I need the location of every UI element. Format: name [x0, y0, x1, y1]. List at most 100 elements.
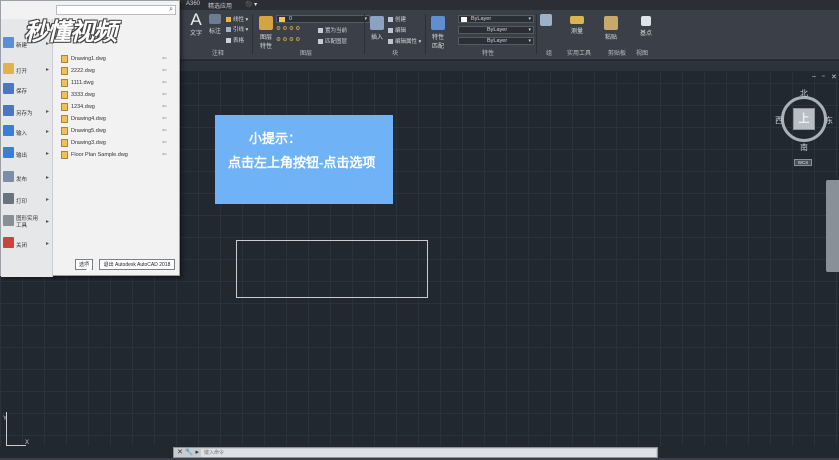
edit-block-icon	[388, 28, 393, 34]
open-folder-icon	[3, 63, 14, 74]
tab-featured-apps[interactable]: 精选应用	[208, 1, 232, 10]
group-label-annotation: 注释	[212, 51, 225, 57]
match-properties-icon	[431, 16, 445, 30]
pin-icon[interactable]: ⇐	[162, 55, 167, 62]
create-block-icon	[388, 17, 393, 23]
command-line-tools-icon[interactable]: ✕ 🔧 ▸	[177, 448, 199, 456]
pin-icon[interactable]: ⇐	[162, 151, 167, 158]
group-separator	[536, 14, 537, 54]
recent-file[interactable]: 2222.dwg ⇐	[59, 65, 179, 77]
minimize-icon[interactable]: –	[812, 73, 816, 80]
pin-icon[interactable]: ⇐	[162, 127, 167, 134]
compass-north[interactable]: 北	[800, 88, 808, 99]
print-icon	[3, 193, 14, 204]
layer-combo[interactable]: 0 ▾	[276, 15, 370, 23]
dwg-file-icon	[61, 91, 68, 99]
command-line: ✕ 🔧 ▸ 键入命令	[173, 447, 658, 458]
pin-icon[interactable]: ⇐	[162, 91, 167, 98]
drawing-tab-strip	[180, 61, 839, 71]
compass-south[interactable]: 南	[800, 142, 808, 153]
base-point-label: 基点	[640, 31, 653, 37]
recent-file[interactable]: Floor Plan Sample.dwg ⇐	[59, 149, 179, 161]
recent-file[interactable]: Drawing1.dwg ⇐	[59, 53, 179, 65]
edit-block-button[interactable]: 编辑	[388, 26, 406, 34]
group-label-block: 块	[392, 51, 399, 57]
edit-attribute-button[interactable]: 编辑属性 ▾	[388, 37, 421, 45]
pin-icon[interactable]: ⇐	[162, 103, 167, 110]
create-block-button[interactable]: 创建	[388, 15, 406, 23]
menu-item-open[interactable]: 打开 ▸	[1, 59, 53, 81]
insert-button[interactable]: 插入	[370, 16, 384, 41]
menu-item-close[interactable]: 关闭 ▸	[1, 233, 53, 255]
linear-icon	[226, 17, 231, 23]
match-properties-label: 特性匹配	[431, 35, 444, 50]
match-layer-icon	[318, 39, 323, 45]
menu-item-save-as[interactable]: 另存为 ▸	[1, 101, 53, 123]
chevron-down-icon: ▾	[528, 16, 531, 22]
recent-file[interactable]: 3333.dwg ⇐	[59, 89, 179, 101]
ribbon-toggle-icon[interactable]: ⚫ ▾	[245, 1, 257, 8]
match-properties-button[interactable]: 特性匹配	[430, 16, 446, 50]
lineweight-combo[interactable]: ByLayer ▾	[458, 37, 534, 45]
insert-icon	[370, 16, 384, 30]
make-current-icon	[318, 28, 323, 34]
compass-east[interactable]: 东	[825, 115, 833, 126]
wcs-menu[interactable]: WCS	[794, 159, 812, 166]
pin-icon[interactable]: ⇐	[162, 67, 167, 74]
match-layer-button[interactable]: 匹配图层	[318, 37, 347, 45]
color-combo[interactable]: ByLayer ▾	[458, 15, 534, 23]
recent-file[interactable]: 1234.dwg ⇐	[59, 101, 179, 113]
menu-item-print[interactable]: 打印 ▸	[1, 189, 53, 211]
pin-icon[interactable]: ⇐	[162, 79, 167, 86]
group-button[interactable]	[540, 14, 552, 28]
navigation-bar[interactable]	[826, 180, 839, 272]
group-separator	[252, 14, 253, 54]
menu-item-publish[interactable]: 发布 ▸	[1, 167, 53, 189]
table-button[interactable]: 表格	[226, 36, 244, 44]
dimension-button[interactable]: 标注	[209, 14, 221, 35]
measure-button[interactable]: 测量	[570, 16, 584, 35]
ucs-y-label: Y	[3, 416, 8, 422]
chevron-right-icon: ▸	[45, 151, 49, 157]
menu-item-export[interactable]: 输出 ▸	[1, 143, 53, 165]
group-label-group: 组	[546, 51, 553, 57]
make-current-button[interactable]: 置为当前	[318, 26, 347, 34]
chevron-down-icon: ▾	[528, 38, 531, 44]
viewcube-top-face[interactable]: 上	[793, 108, 815, 130]
publish-icon	[3, 171, 14, 182]
layer-properties-button[interactable]: 图层特性	[258, 16, 274, 50]
text-icon: A	[190, 10, 202, 29]
group-label-clipboard: 剪贴板	[608, 51, 627, 57]
measure-icon	[570, 16, 584, 24]
text-button[interactable]: A 文字	[190, 10, 202, 37]
paste-button[interactable]: 粘贴	[604, 16, 618, 41]
tab-a360[interactable]: A360	[186, 1, 200, 7]
leader-button[interactable]: 引线 ▾	[226, 25, 248, 33]
linear-button[interactable]: 线性 ▾	[226, 15, 248, 23]
compass-west[interactable]: 西	[775, 115, 783, 126]
restore-icon[interactable]: ▫	[822, 73, 824, 80]
recent-file[interactable]: Drawing5.dwg ⇐	[59, 125, 179, 137]
exit-autocad-button[interactable]: 退出 Autodesk AutoCAD 2018	[99, 259, 175, 270]
paste-icon	[604, 16, 618, 30]
save-as-icon	[3, 105, 14, 116]
recent-file[interactable]: Drawing4.dwg ⇐	[59, 113, 179, 125]
base-point-button[interactable]: 基点	[640, 16, 652, 37]
measure-label: 测量	[570, 29, 583, 35]
layer-tools-row[interactable]: ⚙ ⚙ ⚙ ⚙	[276, 26, 300, 32]
dimension-icon	[209, 14, 221, 24]
pin-icon[interactable]: ⇐	[162, 139, 167, 146]
layer-bulb-icon	[279, 17, 285, 22]
close-icon[interactable]: ✕	[831, 73, 837, 81]
command-input[interactable]: 键入命令	[201, 449, 656, 457]
layer-tools-row-2[interactable]: ⚙ ⚙ ⚙ ⚙	[276, 37, 300, 43]
menu-item-save[interactable]: 保存	[1, 79, 53, 101]
recent-file[interactable]: 1111.dwg ⇐	[59, 77, 179, 89]
linetype-combo[interactable]: ByLayer ▾	[458, 26, 534, 34]
drawn-rectangle[interactable]	[236, 240, 428, 298]
menu-item-import[interactable]: 输入 ▸	[1, 121, 53, 143]
pin-icon[interactable]: ⇐	[162, 115, 167, 122]
recent-file[interactable]: Drawing3.dwg ⇐	[59, 137, 179, 149]
close-file-icon	[3, 237, 14, 248]
base-point-icon	[641, 16, 651, 26]
